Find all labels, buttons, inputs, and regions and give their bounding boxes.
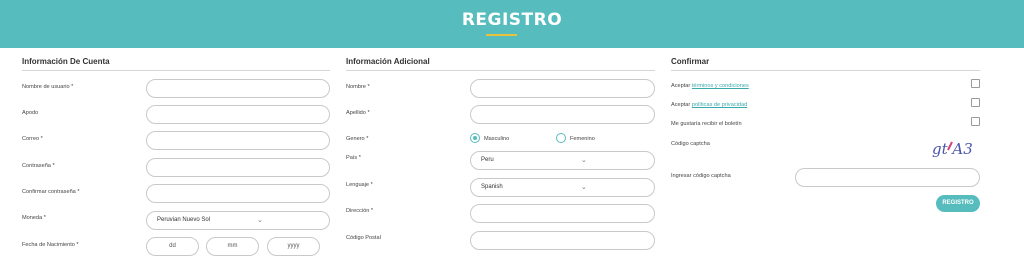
gender-female-label: Femenino (570, 136, 595, 142)
first-name-input[interactable] (470, 79, 655, 98)
nickname-input[interactable] (146, 105, 330, 124)
birthdate-label: Fecha de Nacimiento * (22, 242, 79, 248)
terms-label: Aceptar términos y condiciones (671, 83, 749, 89)
privacy-link[interactable]: políticas de privacidad (692, 102, 747, 108)
birth-year-input[interactable]: yyyy (267, 237, 320, 256)
gender-label: Genero * (346, 136, 369, 142)
username-label: Nombre de usuario * (22, 84, 74, 90)
account-divider (22, 70, 330, 71)
postal-label: Código Postal (346, 235, 381, 241)
privacy-checkbox[interactable] (971, 98, 980, 107)
email-input[interactable] (146, 131, 330, 150)
address-label: Dirección * (346, 208, 374, 214)
confirm-password-label: Confirmar contraseña * (22, 189, 80, 195)
register-button[interactable]: REGISTRO (936, 195, 980, 212)
country-value: Peru (481, 157, 494, 163)
newsletter-label: Me gustaría recibir el boletín (671, 121, 742, 127)
title-underline (486, 34, 517, 36)
last-name-label: Apellido * (346, 110, 370, 116)
birth-month-input[interactable]: mm (206, 237, 259, 256)
country-select[interactable]: Peru ⌄ (470, 151, 655, 170)
password-input[interactable] (146, 158, 330, 177)
first-name-label: Nombre * (346, 84, 370, 90)
page-header: REGISTRO (0, 0, 1024, 48)
additional-section-title: Información Adicional (346, 57, 430, 66)
address-input[interactable] (470, 204, 655, 223)
additional-divider (346, 70, 655, 71)
birth-day-input[interactable]: dd (146, 237, 199, 256)
terms-link[interactable]: términos y condiciones (692, 83, 749, 89)
gender-female-radio[interactable] (556, 133, 566, 143)
username-input[interactable] (146, 79, 330, 98)
captcha-input-label: Ingresar código captcha (671, 173, 731, 179)
currency-value: Peruvian Nuevo Sol (157, 217, 211, 223)
currency-label: Moneda * (22, 215, 46, 221)
last-name-input[interactable] (470, 105, 655, 124)
confirm-section-title: Confirmar (671, 57, 710, 66)
email-label: Correo * (22, 136, 43, 142)
terms-prefix: Aceptar (671, 83, 691, 89)
chevron-down-icon: ⌄ (257, 217, 263, 224)
gender-male-radio[interactable] (470, 133, 480, 143)
newsletter-checkbox[interactable] (971, 117, 980, 126)
nickname-label: Apodo (22, 110, 39, 116)
page-title: REGISTRO (461, 10, 563, 30)
postal-input[interactable] (470, 231, 655, 250)
privacy-prefix: Aceptar (671, 102, 691, 108)
country-label: País * (346, 155, 361, 161)
terms-checkbox[interactable] (971, 79, 980, 88)
chevron-down-icon: ⌄ (581, 157, 587, 164)
confirm-divider (671, 70, 980, 71)
language-label: Lenguaje * (346, 182, 373, 188)
chevron-down-icon: ⌄ (581, 184, 587, 191)
confirm-password-input[interactable] (146, 184, 330, 203)
language-value: Spanish (481, 184, 503, 190)
captcha-input[interactable] (795, 168, 980, 187)
privacy-label: Aceptar políticas de privacidad (671, 102, 747, 108)
account-section-title: Información De Cuenta (22, 57, 110, 66)
language-select[interactable]: Spanish ⌄ (470, 178, 655, 197)
captcha-label: Código captcha (671, 141, 710, 147)
currency-select[interactable]: Peruvian Nuevo Sol ⌄ (146, 211, 330, 230)
gender-male-label: Masculino (484, 136, 510, 142)
captcha-image: gt A3 (932, 140, 973, 158)
password-label: Contraseña * (22, 163, 55, 169)
